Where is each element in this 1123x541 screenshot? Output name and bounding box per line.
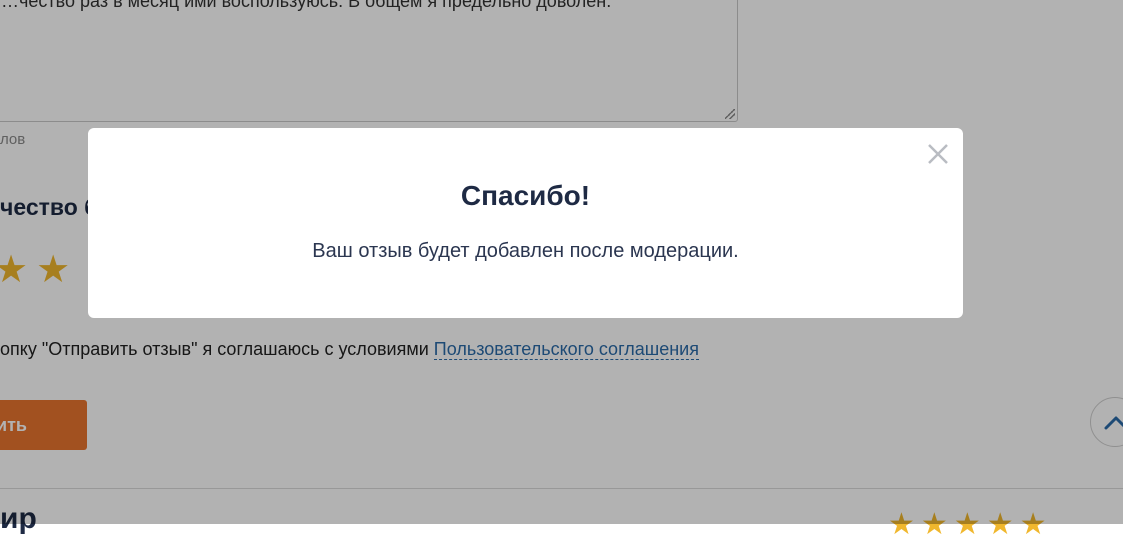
thank-you-modal: Спасибо! Ваш отзыв будет добавлен после … <box>88 128 963 318</box>
close-icon[interactable] <box>926 142 950 166</box>
modal-title: Спасибо! <box>460 180 591 211</box>
modal-message: Ваш отзыв будет добавлен после модерации… <box>312 240 739 262</box>
